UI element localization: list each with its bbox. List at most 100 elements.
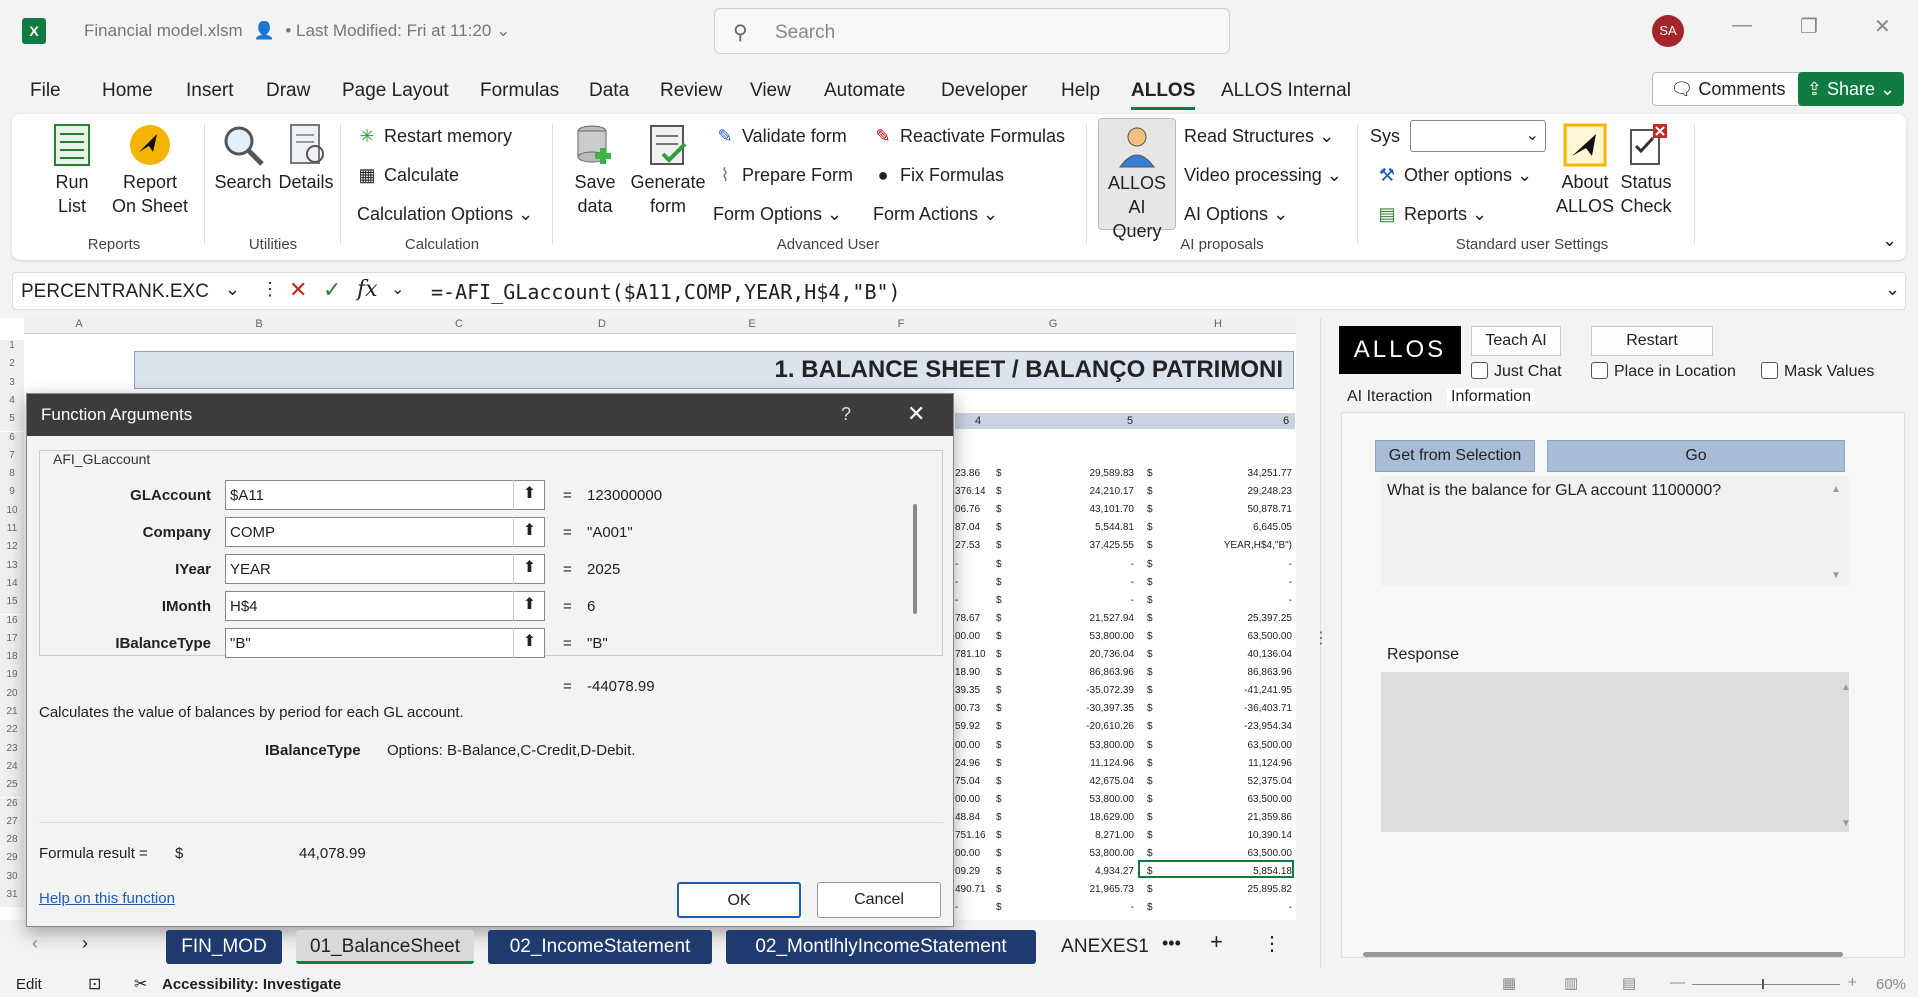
row-header[interactable]: 23	[0, 742, 24, 761]
column-header[interactable]: D	[534, 318, 670, 334]
column-header[interactable]: G	[968, 318, 1138, 334]
cell-value[interactable]: -	[1131, 559, 1134, 570]
arg-input-company[interactable]: COMP	[225, 517, 545, 547]
sheet-tab-anexes1[interactable]: ANEXES1	[1050, 930, 1160, 964]
cell-value[interactable]: 78.67	[955, 613, 980, 624]
cell-value[interactable]: 86,863.96	[1090, 667, 1135, 678]
generate-form-button[interactable]: Generate form	[628, 122, 708, 218]
more-sheets-icon[interactable]: •••	[1162, 933, 1181, 954]
cell-value[interactable]: 18,629.00	[1090, 812, 1135, 823]
details-button[interactable]: Details	[268, 122, 344, 194]
calculate-button[interactable]: ▦ Calculate	[356, 165, 459, 186]
cell-value[interactable]: 20,736.04	[1090, 649, 1135, 660]
row-header[interactable]: 21	[0, 706, 24, 725]
cell-value[interactable]: 06.76	[955, 504, 980, 515]
reactivate-formulas-button[interactable]: ✎ Reactivate Formulas	[872, 126, 1065, 147]
help-icon[interactable]: ?	[841, 404, 851, 425]
run-list-button[interactable]: Run List	[32, 122, 112, 218]
cell-value[interactable]: 376.14	[955, 486, 986, 497]
cell-value[interactable]: -	[1131, 902, 1134, 913]
row-header[interactable]: 4	[0, 394, 24, 414]
row-header[interactable]: 17	[0, 632, 24, 652]
row-header[interactable]: 14	[0, 577, 24, 597]
cell-value[interactable]: -	[1289, 559, 1292, 570]
formula-text[interactable]: =-AFI_GLaccount($A11,COMP,YEAR,H$4,"B")	[431, 280, 901, 304]
cell-value[interactable]: 00.00	[955, 848, 980, 859]
cell-value[interactable]: 53,800.00	[1090, 848, 1135, 859]
cell-value[interactable]: 42,675.04	[1090, 776, 1135, 787]
file-title[interactable]: Financial model.xlsm 👤 • Last Modified: …	[84, 21, 510, 41]
zoom-level[interactable]: 60%	[1876, 976, 1906, 993]
cell-value[interactable]: 4,934.27	[1095, 866, 1134, 877]
mask-values-checkbox[interactable]: Mask Values	[1761, 362, 1874, 381]
name-box-dropdown-icon[interactable]: ⌄	[225, 279, 240, 300]
cell-value[interactable]: -	[955, 559, 958, 570]
row-header[interactable]: 1	[0, 340, 24, 359]
row-header[interactable]: 26	[0, 797, 24, 816]
cell-value[interactable]: 53,800.00	[1090, 631, 1135, 642]
search-box[interactable]: ⚲ Search	[714, 8, 1230, 54]
cell-value[interactable]: -	[1289, 577, 1292, 588]
cell-value[interactable]: -	[955, 577, 958, 588]
zoom-in-icon[interactable]: +	[1848, 974, 1857, 991]
query-scroll-up-icon[interactable]: ▲	[1831, 484, 1841, 495]
tab-automate[interactable]: Automate	[824, 80, 905, 102]
normal-view-icon[interactable]: ▦	[1502, 974, 1516, 992]
go-button[interactable]: Go	[1547, 440, 1845, 472]
tab-review[interactable]: Review	[660, 80, 722, 102]
fix-formulas-button[interactable]: ● Fix Formulas	[872, 165, 1004, 186]
cell-value[interactable]: -	[955, 902, 958, 913]
accessibility-status[interactable]: Accessibility: Investigate	[162, 976, 341, 993]
cell-value[interactable]: 87.04	[955, 522, 980, 533]
active-cell[interactable]	[1138, 860, 1294, 878]
cell-value[interactable]: 25,397.25	[1248, 613, 1293, 624]
restore-icon[interactable]: ❐	[1800, 14, 1818, 39]
sheet-tab-balancesheet[interactable]: 01_BalanceSheet	[296, 930, 474, 964]
row-header[interactable]: 15	[0, 596, 24, 615]
cell-value[interactable]: -41,241.95	[1244, 685, 1292, 696]
restart-memory-button[interactable]: ✳ Restart memory	[356, 126, 512, 147]
save-data-button[interactable]: Save data	[560, 122, 630, 218]
help-on-function-link[interactable]: Help on this function	[39, 890, 175, 907]
cell-value[interactable]: 8,271.00	[1095, 830, 1134, 841]
row-header[interactable]: 19	[0, 669, 24, 688]
ok-button[interactable]: OK	[677, 882, 801, 918]
cell-value[interactable]: 59.92	[955, 721, 980, 732]
avatar[interactable]: SA	[1652, 15, 1684, 47]
cell-value[interactable]: 6,645.05	[1253, 522, 1292, 533]
cell-value[interactable]: -	[1131, 577, 1134, 588]
report-on-sheet-button[interactable]: Report On Sheet	[102, 122, 198, 218]
cell-value[interactable]: -	[955, 595, 958, 606]
cell-value[interactable]: 490.71	[955, 884, 986, 895]
row-header[interactable]: 8	[0, 468, 24, 487]
cell-value[interactable]: 37,425.55	[1090, 540, 1135, 551]
balance-sheet-title[interactable]: 1. BALANCE SHEET / BALANÇO PATRIMONI	[134, 351, 1294, 389]
cell-value[interactable]: -	[1289, 902, 1292, 913]
tab-ai-interaction[interactable]: AI Iteraction	[1347, 388, 1432, 406]
cell-value[interactable]: 63,500.00	[1248, 740, 1293, 751]
cell-value[interactable]: 63,500.00	[1248, 794, 1293, 805]
cell-value[interactable]: 23.86	[955, 468, 980, 479]
close-icon[interactable]: ✕	[1874, 14, 1891, 39]
read-structures-dropdown[interactable]: Read Structures ⌄	[1184, 126, 1334, 147]
cell-value[interactable]: 52,375.04	[1248, 776, 1293, 787]
column-header[interactable]: A	[24, 318, 134, 334]
cell-value[interactable]: -35,072.39	[1086, 685, 1134, 696]
arguments-scrollbar[interactable]	[913, 504, 917, 614]
cell-value[interactable]: 781.10	[955, 649, 986, 660]
row-header[interactable]: 6	[0, 431, 24, 450]
add-sheet-icon[interactable]: +	[1210, 929, 1223, 955]
sheet-tab-monthly-incomestatement[interactable]: 02_MontlhlyIncomeStatement	[726, 930, 1036, 964]
status-check-button[interactable]: Status Check	[1614, 122, 1678, 218]
page-break-view-icon[interactable]: ▤	[1622, 974, 1636, 992]
collapse-arrow-icon[interactable]: ⬆	[513, 517, 545, 547]
cell-value[interactable]: 11,124.96	[1090, 758, 1134, 769]
zoom-out-icon[interactable]: —	[1670, 974, 1685, 991]
video-processing-dropdown[interactable]: Video processing ⌄	[1184, 165, 1342, 186]
cell-value[interactable]: 24.96	[955, 758, 980, 769]
cell-value[interactable]: 40,136.04	[1248, 649, 1293, 660]
cell-value[interactable]: 09.29	[955, 866, 980, 877]
other-options-dropdown[interactable]: ⚒ Other options ⌄	[1376, 165, 1532, 186]
cell-value[interactable]: 53,800.00	[1090, 794, 1135, 805]
zoom-slider-thumb[interactable]	[1762, 979, 1764, 989]
